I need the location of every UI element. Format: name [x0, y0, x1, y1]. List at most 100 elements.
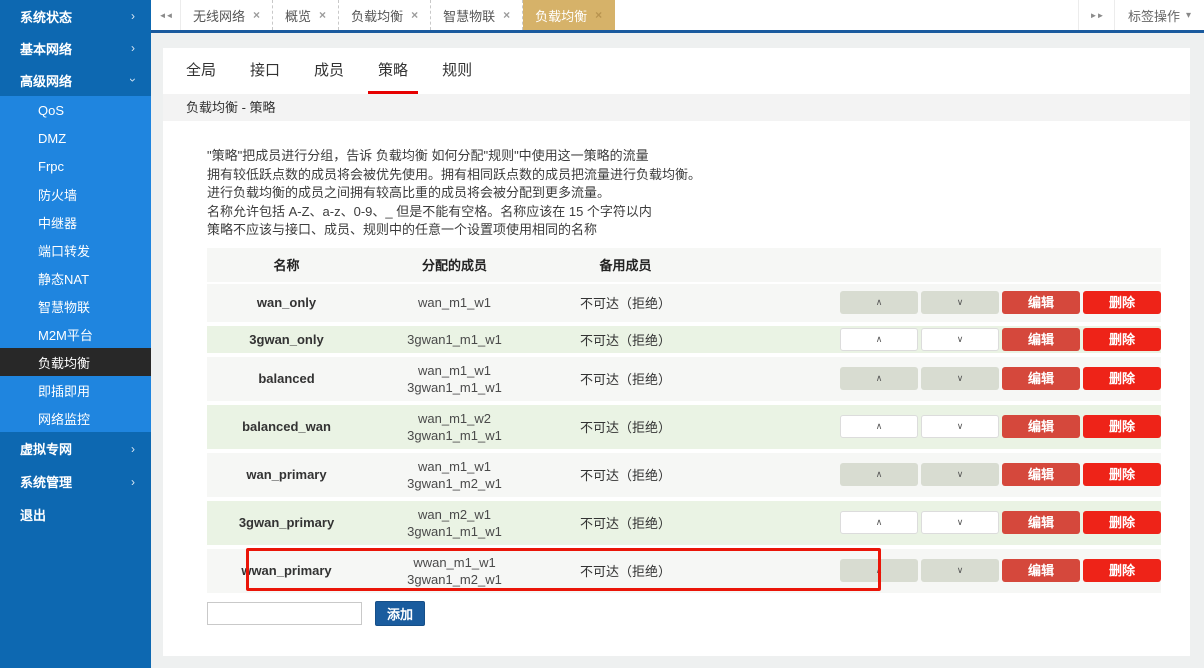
- tab-close-icon[interactable]: ×: [253, 9, 260, 21]
- delete-button[interactable]: 删除: [1083, 511, 1161, 534]
- table-row: wan_only wan_m1_w1 不可达（拒绝） ∧ ∨ 编辑 删除: [207, 282, 1161, 324]
- caret-down-icon: ▾: [1186, 10, 1191, 21]
- sidebar-group[interactable]: 退出: [0, 498, 151, 531]
- subtab-item[interactable]: 成员: [304, 48, 354, 94]
- tab-label: 智慧物联: [443, 6, 495, 25]
- move-up-button[interactable]: ∧: [840, 291, 918, 314]
- scroll-tabs-right-button[interactable]: ►►: [1078, 0, 1114, 30]
- sidebar-item[interactable]: 负载均衡: [0, 348, 151, 376]
- double-left-arrow-icon: ◄◄: [159, 11, 173, 20]
- tab[interactable]: 概览 ×: [273, 0, 339, 30]
- edit-button[interactable]: 编辑: [1002, 367, 1080, 390]
- sidebar-group[interactable]: 系统管理 ›: [0, 465, 151, 498]
- tab-active[interactable]: 负载均衡×: [523, 0, 615, 30]
- tab-bar: ◄◄ 无线网络×概览×负载均衡×智慧物联×负载均衡× ►► 标签操作 ▾: [151, 0, 1204, 33]
- sidebar-item[interactable]: Frpc: [0, 152, 151, 180]
- policy-backup: 不可达（拒绝）: [543, 561, 708, 580]
- table-row: balanced_wan wan_m1_w23gwan1_m1_w1 不可达（拒…: [207, 403, 1161, 451]
- tab-close-icon[interactable]: ×: [411, 9, 418, 21]
- subtab-item[interactable]: 规则: [432, 48, 482, 94]
- policy-description: "策略"把成员进行分组，告诉 负载均衡 如何分配"规则"中使用这一策略的流量拥有…: [207, 147, 1190, 240]
- sidebar-item[interactable]: 中继器: [0, 208, 151, 236]
- delete-button[interactable]: 删除: [1083, 415, 1161, 438]
- subtab-item[interactable]: 全局: [176, 48, 226, 94]
- move-up-button[interactable]: ∧: [840, 511, 918, 534]
- tab[interactable]: 智慧物联 ×: [431, 0, 523, 30]
- sidebar-item[interactable]: 智慧物联: [0, 292, 151, 320]
- sidebar-group[interactable]: 虚拟专网›: [0, 432, 151, 465]
- move-down-button[interactable]: ∨: [921, 367, 999, 390]
- description-line: 名称允许包括 A-Z、a-z、0-9、_ 但是不能有空格。名称应该在 15 个字…: [207, 203, 1190, 222]
- tab-bar-right: ►► 标签操作 ▾: [1078, 0, 1204, 30]
- move-down-button[interactable]: ∨: [921, 415, 999, 438]
- move-up-button[interactable]: ∧: [840, 328, 918, 351]
- move-up-button[interactable]: ∧: [840, 415, 918, 438]
- main-area: ◄◄ 无线网络×概览×负载均衡×智慧物联×负载均衡× ►► 标签操作 ▾ 全局接…: [151, 0, 1204, 668]
- add-policy-row: 添加: [207, 601, 1190, 626]
- member-name: wwan_m1_w1: [366, 554, 543, 571]
- sidebar-item-label: 高级网络: [20, 71, 72, 90]
- member-name: wan_m2_w1: [366, 506, 543, 523]
- move-up-button[interactable]: ∧: [840, 463, 918, 486]
- move-down-button[interactable]: ∨: [921, 463, 999, 486]
- tab-operations-dropdown[interactable]: 标签操作 ▾: [1114, 0, 1204, 30]
- move-up-button[interactable]: ∧: [840, 559, 918, 582]
- sidebar-item-label: 负载均衡: [38, 353, 90, 372]
- sidebar-item[interactable]: 静态NAT: [0, 264, 151, 292]
- edit-button[interactable]: 编辑: [1002, 415, 1080, 438]
- sidebar-item-label: 虚拟专网: [20, 439, 72, 458]
- sidebar-group[interactable]: 高级网络›: [0, 64, 151, 96]
- tab-label: 概览: [285, 6, 311, 25]
- policy-name: wan_primary: [207, 467, 366, 482]
- sidebar-item[interactable]: 防火墙: [0, 180, 151, 208]
- header-assigned-members: 分配的成员: [366, 255, 543, 274]
- move-up-button[interactable]: ∧: [840, 367, 918, 390]
- move-down-button[interactable]: ∨: [921, 511, 999, 534]
- policy-members: 3gwan1_m1_w1: [366, 326, 543, 353]
- new-policy-name-input[interactable]: [207, 602, 362, 625]
- description-line: 拥有较低跃点数的成员将会被优先使用。拥有相同跃点数的成员把流量进行负载均衡。: [207, 166, 1190, 185]
- edit-button[interactable]: 编辑: [1002, 511, 1080, 534]
- sidebar-item-label: 网络监控: [38, 409, 90, 428]
- tab[interactable]: 负载均衡×: [339, 0, 431, 30]
- delete-button[interactable]: 删除: [1083, 367, 1161, 390]
- delete-button[interactable]: 删除: [1083, 291, 1161, 314]
- delete-button[interactable]: 删除: [1083, 559, 1161, 582]
- sidebar-item[interactable]: DMZ: [0, 124, 151, 152]
- subtab-active[interactable]: 策略: [368, 48, 418, 94]
- member-name: wan_m1_w1: [366, 362, 543, 379]
- policy-name: wan_only: [207, 295, 366, 310]
- edit-button[interactable]: 编辑: [1002, 291, 1080, 314]
- sidebar-item[interactable]: 网络监控: [0, 404, 151, 432]
- move-down-button[interactable]: ∨: [921, 291, 999, 314]
- tab-close-icon[interactable]: ×: [319, 9, 326, 21]
- add-button[interactable]: 添加: [375, 601, 425, 626]
- sidebar: 系统状态›基本网络›高级网络›QoSDMZFrpc防火墙中继器端口转发静态NAT…: [0, 0, 151, 668]
- sidebar-item-label: 系统管理: [20, 472, 72, 491]
- sidebar-item-label: 系统状态: [20, 7, 72, 26]
- sidebar-group[interactable]: 基本网络›: [0, 32, 151, 64]
- sidebar-item[interactable]: 即插即用: [0, 376, 151, 404]
- edit-button[interactable]: 编辑: [1002, 559, 1080, 582]
- tab-close-icon[interactable]: ×: [503, 9, 510, 21]
- delete-button[interactable]: 删除: [1083, 328, 1161, 351]
- sidebar-item[interactable]: 端口转发: [0, 236, 151, 264]
- sidebar-item[interactable]: QoS: [0, 96, 151, 124]
- open-tabs: 无线网络×概览×负载均衡×智慧物联×负载均衡×: [181, 0, 615, 30]
- tab[interactable]: 无线网络×: [181, 0, 273, 30]
- scroll-tabs-left-button[interactable]: ◄◄: [151, 0, 181, 30]
- move-down-button[interactable]: ∨: [921, 559, 999, 582]
- sidebar-group[interactable]: 系统状态›: [0, 0, 151, 32]
- edit-button[interactable]: 编辑: [1002, 328, 1080, 351]
- sidebar-item[interactable]: M2M平台: [0, 320, 151, 348]
- delete-button[interactable]: 删除: [1083, 463, 1161, 486]
- chevron-right-icon: ›: [131, 476, 135, 488]
- move-down-button[interactable]: ∨: [921, 328, 999, 351]
- tab-close-icon[interactable]: ×: [595, 9, 602, 21]
- policy-members: wan_m2_w13gwan1_m1_w1: [366, 501, 543, 545]
- subtab-item[interactable]: 接口: [240, 48, 290, 94]
- edit-button[interactable]: 编辑: [1002, 463, 1080, 486]
- table-row: wan_primary wan_m1_w13gwan1_m2_w1 不可达（拒绝…: [207, 451, 1161, 499]
- policy-backup: 不可达（拒绝）: [543, 293, 708, 312]
- sidebar-item-label: 智慧物联: [38, 297, 90, 316]
